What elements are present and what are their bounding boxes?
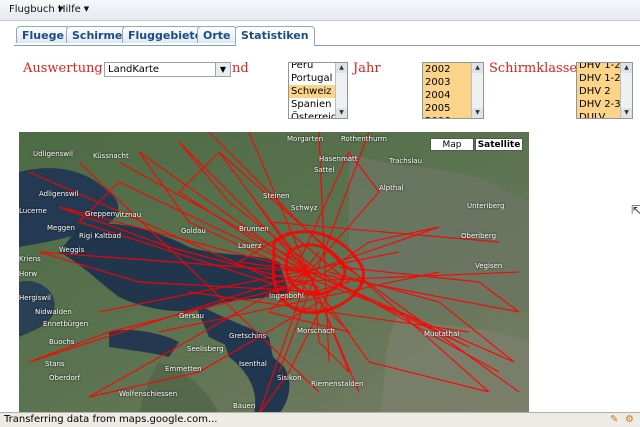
place-label: Bauen [233, 402, 256, 410]
place-label: Vitznau [115, 211, 142, 219]
scroll-down-icon[interactable]: ▼ [472, 108, 483, 118]
place-label: Horw [19, 270, 38, 278]
place-label: Hergiswil [19, 294, 51, 302]
satellite-map[interactable]: Rothenthurm Morgarten Udligenswil Küssna… [19, 132, 529, 414]
place-label: Seelisberg [187, 345, 224, 353]
place-label: Lucerne [19, 207, 47, 215]
place-label: Hasenmatt [319, 155, 358, 163]
place-label: Gretschins [229, 332, 267, 340]
list-item[interactable]: Portugal [289, 72, 336, 85]
place-label: Adligenswil [39, 190, 79, 198]
auswertung-value: LandKarte [108, 64, 160, 75]
menu-hilfe-label: Hilfe [58, 4, 81, 15]
status-bar: Transferring data from maps.google.com..… [0, 412, 640, 427]
list-item[interactable]: DHV 2 [577, 85, 621, 98]
list-item[interactable]: Österreich [289, 111, 343, 118]
place-label: Ingenbohl [269, 292, 304, 300]
list-item[interactable]: DHV 1-2 [577, 63, 621, 72]
land-label: nd [232, 61, 249, 76]
place-label: Meggen [47, 224, 75, 232]
place-label: Isenthal [239, 360, 267, 368]
menu-hilfe[interactable]: Hilfe ▼ [58, 4, 89, 15]
place-label: Schwyz [291, 204, 318, 212]
menu-bar: Flugbuch ▼ Hilfe ▼ [0, 0, 640, 21]
list-item[interactable]: 2005 [423, 102, 472, 115]
addon-icon[interactable]: ✎ [610, 415, 620, 425]
tab-orte[interactable]: Orte [197, 26, 237, 43]
place-label: Morgarten [287, 135, 324, 143]
place-label: Goldau [181, 227, 206, 235]
place-label: Emmetten [165, 365, 202, 373]
place-label: Rigi Kaltbad [79, 232, 122, 240]
place-label: Weggis [59, 246, 85, 254]
tab-fluggebiete[interactable]: Fluggebiete [122, 26, 209, 43]
place-label: Vegisen [475, 262, 503, 270]
list-item[interactable]: Peru [289, 63, 336, 72]
auswertung-select[interactable]: LandKarte ▼ [104, 62, 231, 77]
schirmklasse-label: Schirmklasse [489, 61, 578, 76]
settings-icon[interactable]: ⚙ [625, 415, 635, 425]
place-label: Wolfenschiessen [119, 390, 178, 398]
tab-statistiken[interactable]: Statistiken [235, 26, 315, 46]
place-label: Unteriberg [467, 202, 505, 210]
place-label: Küssnacht [93, 152, 129, 160]
place-label: Trachslau [389, 157, 423, 165]
scroll-down-icon[interactable]: ▼ [621, 108, 632, 118]
menu-flugbuch[interactable]: Flugbuch ▼ [9, 4, 63, 15]
place-label: Brunnen [239, 225, 269, 233]
place-label: Kriens [19, 255, 41, 263]
place-label: Rothenthurm [341, 135, 387, 143]
status-text: Transferring data from maps.google.com..… [4, 414, 218, 425]
list-item[interactable]: DHV 2-3 [577, 98, 621, 111]
place-label: Alpthal [379, 184, 404, 192]
menu-flugbuch-label: Flugbuch [9, 4, 55, 15]
scrollbar[interactable]: ▲ ▼ [471, 63, 483, 118]
tab-fluege[interactable]: Fluege [16, 26, 70, 43]
place-label: Gersau [179, 312, 204, 320]
scroll-up-icon[interactable]: ▲ [472, 63, 483, 73]
place-label: Lauerz [238, 242, 262, 250]
place-label: Sattel [314, 166, 335, 174]
list-item[interactable]: 2004 [423, 89, 472, 102]
list-item[interactable]: DULV [577, 111, 621, 118]
mouse-cursor-icon: ⇱ [631, 203, 640, 217]
place-label: Morschach [297, 327, 335, 335]
place-label: Buochs [49, 338, 75, 346]
list-item[interactable]: DHV 1-2 [577, 72, 621, 85]
list-item[interactable]: 2003 [423, 76, 472, 89]
place-label: Greppen [85, 210, 116, 218]
jahr-listbox[interactable]: 2002 2003 2004 2005 2006 ▲ ▼ [422, 62, 484, 119]
list-item[interactable]: 2002 [423, 63, 472, 76]
place-label: Sisikon [277, 374, 302, 382]
list-item[interactable]: 2006 [423, 115, 472, 118]
list-item[interactable]: Schweiz [289, 85, 336, 98]
map-type-satellite-button[interactable]: Satellite [475, 138, 523, 151]
place-label: Ennetbürgen [43, 320, 89, 328]
place-label: Oberiberg [461, 232, 497, 240]
place-label: Riemenstalden [311, 380, 364, 388]
scroll-down-icon[interactable]: ▼ [336, 108, 347, 118]
scrollbar[interactable]: ▲ ▼ [620, 63, 632, 118]
jahr-label: Jahr [353, 61, 381, 76]
place-label: Muotathal [424, 330, 460, 338]
place-label: Stans [45, 360, 65, 368]
list-item[interactable]: Spanien [289, 98, 336, 111]
map-background [19, 132, 529, 414]
map-type-map-button[interactable]: Map [430, 138, 474, 151]
place-label: Steinen [263, 192, 290, 200]
place-label: Udligenswil [33, 150, 73, 158]
place-label: Oberdorf [49, 374, 81, 382]
auswertung-label: Auswertung [23, 61, 103, 76]
land-listbox[interactable]: Peru Portugal Schweiz Spanien Österreich… [288, 62, 348, 119]
scroll-up-icon[interactable]: ▲ [336, 63, 347, 73]
scroll-up-icon[interactable]: ▲ [621, 63, 632, 73]
tab-underline [14, 45, 640, 46]
place-label: Nidwalden [35, 308, 72, 316]
chevron-down-icon: ▼ [83, 5, 90, 13]
scrollbar[interactable]: ▲ ▼ [335, 63, 347, 118]
chevron-down-icon[interactable]: ▼ [215, 63, 230, 76]
schirmklasse-listbox[interactable]: DHV 1-2 DHV 1-2 DHV 2 DHV 2-3 DULV ▲ ▼ [576, 62, 633, 119]
tab-schirme[interactable]: Schirme [66, 26, 129, 43]
